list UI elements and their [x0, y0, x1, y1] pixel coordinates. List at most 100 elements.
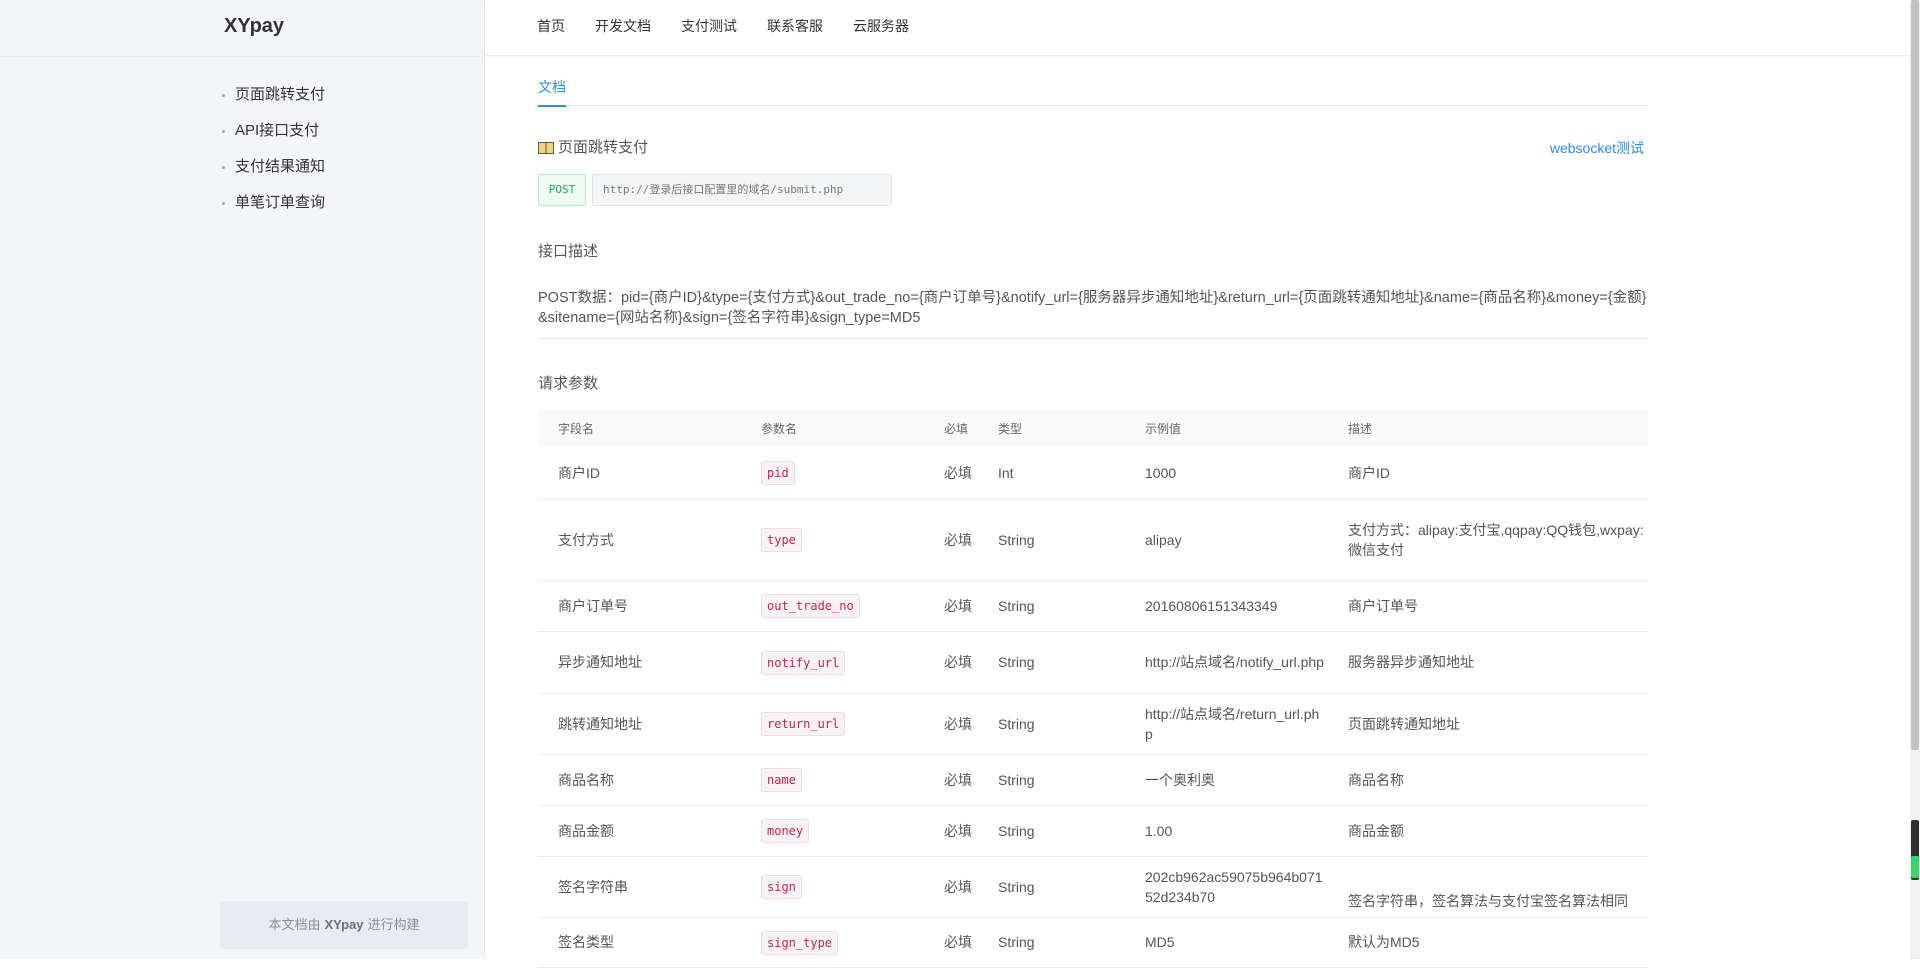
websocket-test-link[interactable]: websocket测试	[1550, 136, 1644, 160]
cell-desc: 页面跳转通知地址	[1328, 693, 1648, 755]
cell-type: Int	[998, 447, 1125, 500]
tab-docs[interactable]: 文档	[538, 77, 566, 107]
cell-param: out_trade_no	[741, 580, 944, 632]
cell-type: String	[998, 917, 1125, 968]
col-example: 示例值	[1125, 409, 1328, 447]
sidebar-nav: 页面跳转支付 API接口支付 支付结果通知 单笔订单查询	[220, 84, 325, 228]
book-icon	[538, 142, 554, 154]
nav-contact[interactable]: 联系客服	[767, 16, 823, 36]
sidebar-item-pay-notify[interactable]: 支付结果通知	[220, 156, 325, 192]
table-row: 签名字符串 sign 必填 String 202cb962ac59075b964…	[538, 856, 1648, 918]
table-row: 商户订单号 out_trade_no 必填 String 20160806151…	[538, 580, 1648, 632]
built-by-brand[interactable]: XYpay	[324, 917, 363, 932]
nav-dev-docs[interactable]: 开发文档	[595, 16, 651, 36]
cell-required: 必填	[944, 805, 998, 857]
cell-required: 必填	[944, 499, 998, 581]
cell-required: 必填	[944, 856, 998, 918]
cell-desc: 商户订单号	[1328, 580, 1648, 632]
cell-required: 必填	[944, 631, 998, 694]
cell-desc: 默认为MD5	[1328, 917, 1648, 968]
divider	[0, 56, 485, 57]
cell-type: String	[998, 631, 1125, 694]
scrollbar-thumb[interactable]	[1911, 0, 1919, 750]
cell-type: String	[998, 580, 1125, 632]
table-row: 支付方式 type 必填 String alipay 支付方式：alipay:支…	[538, 499, 1648, 581]
cell-example: 1.00	[1125, 805, 1328, 857]
param-code: type	[761, 528, 802, 552]
scroll-widget-indicator	[1911, 856, 1919, 878]
cell-desc: 签名字符串，签名算法与支付宝签名算法相同	[1328, 856, 1648, 918]
table-row: 跳转通知地址 return_url 必填 String http://站点域名/…	[538, 693, 1648, 755]
param-code: notify_url	[761, 650, 846, 675]
sidebar-item-api-pay[interactable]: API接口支付	[220, 120, 325, 156]
cell-example: 202cb962ac59075b964b07152d234b70	[1125, 856, 1328, 918]
cell-param: type	[741, 499, 944, 581]
table-row: 商品金额 money 必填 String 1.00 商品金额	[538, 805, 1648, 857]
cell-example: http://站点域名/notify_url.php	[1125, 631, 1328, 694]
params-table: 字段名 参数名 必填 类型 示例值 描述 商户ID pid 必填 Int 100…	[538, 409, 1648, 968]
cell-field: 异步通知地址	[538, 631, 741, 694]
cell-desc: 服务器异步通知地址	[1328, 631, 1648, 694]
cell-param: notify_url	[741, 631, 944, 694]
cell-type: String	[998, 693, 1125, 755]
cell-field: 商品名称	[538, 754, 741, 806]
built-by-suffix: 进行构建	[367, 917, 420, 932]
nav-pay-test[interactable]: 支付测试	[681, 16, 737, 36]
cell-param: return_url	[741, 693, 944, 755]
col-param: 参数名	[741, 409, 944, 447]
param-code: return_url	[761, 712, 846, 736]
param-code: out_trade_no	[761, 594, 860, 618]
brand-logo[interactable]: XYpay	[224, 14, 284, 38]
sidebar-item-page-jump-pay[interactable]: 页面跳转支付	[220, 84, 325, 120]
table-row: 商品名称 name 必填 String 一个奥利奥 商品名称	[538, 754, 1648, 806]
sidebar: XYpay 页面跳转支付 API接口支付 支付结果通知 单笔订单查询 本文档由 X…	[0, 0, 485, 959]
cell-required: 必填	[944, 580, 998, 632]
top-nav: 首页 开发文档 支付测试 联系客服 云服务器	[537, 0, 939, 52]
built-by-footer: 本文档由 XYpay 进行构建	[220, 901, 468, 949]
sidebar-item-order-query[interactable]: 单笔订单查询	[220, 192, 325, 228]
table-row: 签名类型 sign_type 必填 String MD5 默认为MD5	[538, 917, 1648, 968]
params-title: 请求参数	[538, 375, 599, 392]
tab-bar: 文档	[538, 56, 1648, 107]
cell-field: 签名字符串	[538, 856, 741, 918]
cell-field: 商品金额	[538, 805, 741, 857]
cell-param: sign	[741, 856, 944, 918]
param-code: money	[761, 819, 810, 843]
cell-desc: 商品名称	[1328, 754, 1648, 806]
col-field: 字段名	[538, 409, 741, 447]
main-content: 文档 页面跳转支付 websocket测试 POST http://登录后接口配…	[538, 56, 1648, 968]
desc-title: 接口描述	[538, 243, 599, 260]
endpoint-url: http://登录后接口配置里的域名/submit.php	[592, 174, 892, 206]
cell-desc: 商品金额	[1328, 805, 1648, 857]
cell-param: sign_type	[741, 917, 944, 968]
param-code: sign	[761, 875, 802, 899]
nav-cloud-server[interactable]: 云服务器	[853, 16, 909, 36]
method-badge: POST	[538, 174, 586, 206]
nav-home[interactable]: 首页	[537, 16, 565, 36]
cell-field: 支付方式	[538, 499, 741, 581]
col-type: 类型	[998, 409, 1125, 447]
cell-field: 跳转通知地址	[538, 693, 741, 755]
cell-example: 20160806151343349	[1125, 580, 1328, 632]
cell-example: 一个奥利奥	[1125, 754, 1328, 806]
cell-example: alipay	[1125, 499, 1328, 581]
cell-example: http://站点域名/return_url.php	[1125, 693, 1328, 755]
cell-type: String	[998, 856, 1125, 918]
section-title: 页面跳转支付	[538, 136, 648, 160]
param-code: name	[761, 768, 802, 792]
built-by-prefix: 本文档由	[268, 917, 321, 932]
table-row: 异步通知地址 notify_url 必填 String http://站点域名/…	[538, 631, 1648, 694]
cell-param: name	[741, 754, 944, 806]
cell-field: 商户ID	[538, 447, 741, 500]
param-code: sign_type	[761, 930, 839, 955]
section-title-text: 页面跳转支付	[558, 139, 649, 156]
endpoint: POST http://登录后接口配置里的域名/submit.php	[538, 174, 892, 208]
col-desc: 描述	[1328, 409, 1648, 447]
cell-param: pid	[741, 447, 944, 500]
cell-desc: 支付方式：alipay:支付宝,qqpay:QQ钱包,wxpay:微信支付	[1328, 499, 1648, 581]
cell-type: String	[998, 499, 1125, 581]
cell-example: 1000	[1125, 447, 1328, 500]
cell-param: money	[741, 805, 944, 857]
cell-required: 必填	[944, 447, 998, 500]
col-required: 必填	[944, 409, 998, 447]
